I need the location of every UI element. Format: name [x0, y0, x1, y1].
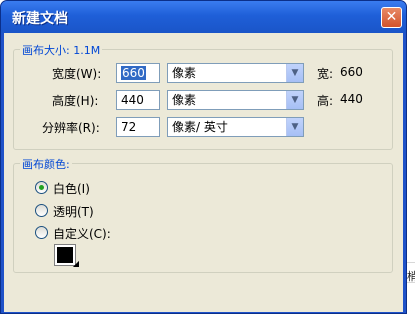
resolution-input[interactable]: 72: [116, 117, 160, 137]
width-summary-label: 宽:: [317, 67, 334, 81]
height-summary-value: 440: [340, 92, 363, 106]
chevron-down-icon[interactable]: ▼: [286, 91, 303, 109]
chevron-down-icon[interactable]: ▼: [286, 118, 303, 136]
new-document-dialog: 新建文档 ✕ 画布大小: 1.1M 宽度(W): 660 像素 ▼ 宽: 660…: [0, 0, 407, 314]
radio-custom-label: 自定义(C):: [53, 227, 111, 241]
radio-transparent-label: 透明(T): [53, 205, 94, 219]
dialog-body: 画布大小: 1.1M 宽度(W): 660 像素 ▼ 宽: 660 高度(H):…: [4, 33, 403, 312]
height-label: 高度(H):: [52, 94, 99, 108]
width-label: 宽度(W):: [52, 67, 102, 81]
height-unit-select[interactable]: 像素 ▼: [167, 90, 304, 110]
radio-button-selected[interactable]: [35, 181, 48, 194]
width-value: 660: [121, 66, 146, 80]
width-unit-value: 像素: [172, 66, 197, 80]
radio-transparent[interactable]: 透明(T): [35, 202, 115, 220]
radio-dot-icon: [39, 185, 44, 190]
resolution-value: 72: [121, 120, 137, 134]
height-unit-value: 像素: [172, 93, 197, 107]
canvas-size-group: 画布大小: 1.1M 宽度(W): 660 像素 ▼ 宽: 660 高度(H):…: [13, 42, 393, 150]
canvas-size-legend: 画布大小: 1.1M: [20, 42, 103, 58]
title-bar[interactable]: 新建文档 ✕: [1, 1, 406, 33]
height-summary-label: 高:: [317, 94, 334, 108]
radio-white[interactable]: 白色(I): [35, 179, 115, 197]
width-summary-value: 660: [340, 65, 363, 79]
close-button[interactable]: ✕: [381, 7, 402, 28]
chevron-down-icon[interactable]: ▼: [286, 64, 303, 82]
canvas-color-group: 画布颜色: 白色(I) 透明(T) 自定义(C): ◢: [13, 156, 393, 273]
canvas-color-legend: 画布颜色:: [20, 156, 72, 172]
width-input[interactable]: 660: [116, 63, 160, 83]
radio-button[interactable]: [35, 226, 48, 239]
close-icon: ✕: [385, 9, 398, 25]
radio-button[interactable]: [35, 204, 48, 217]
width-unit-select[interactable]: 像素 ▼: [167, 63, 304, 83]
height-input[interactable]: 440: [116, 90, 160, 110]
radio-custom[interactable]: 自定义(C):: [35, 224, 135, 242]
color-fill: [57, 247, 73, 263]
resolution-unit-value: 像素/ 英寸: [172, 120, 228, 134]
height-value: 440: [121, 93, 144, 107]
dialog-title: 新建文档: [12, 11, 68, 27]
resolution-label: 分辨率(R):: [42, 121, 100, 135]
custom-color-swatch[interactable]: ◢: [54, 244, 79, 268]
resolution-unit-select[interactable]: 像素/ 英寸 ▼: [167, 117, 304, 137]
dropdown-corner-icon: ◢: [72, 259, 79, 268]
radio-white-label: 白色(I): [53, 182, 90, 196]
